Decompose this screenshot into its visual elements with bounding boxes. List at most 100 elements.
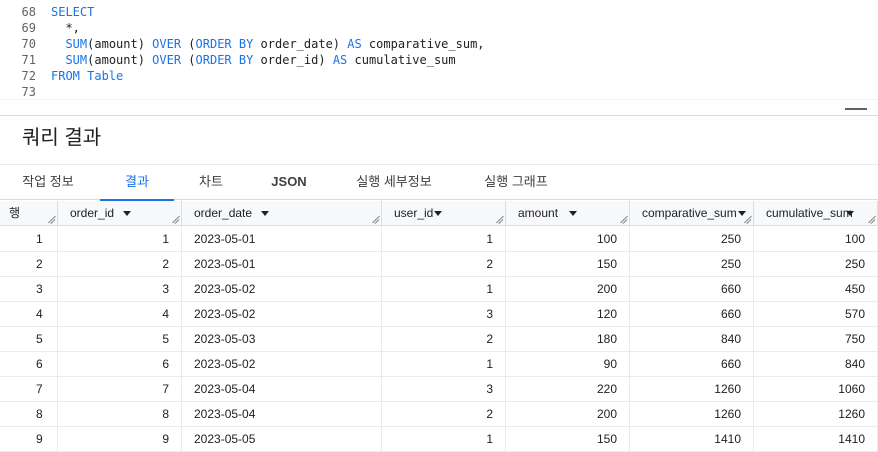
cell-order-id[interactable]: 6 [58, 352, 182, 377]
row-number-cell[interactable]: 2 [0, 252, 58, 277]
cell-comparative-sum[interactable]: 250 [630, 252, 754, 277]
tab-execution-details[interactable]: 실행 세부정보 [338, 164, 450, 200]
tab-json[interactable]: JSON [252, 164, 326, 200]
table-row[interactable]: 4 4 2023-05-02 3 120 660 570 [0, 302, 878, 327]
cell-comparative-sum[interactable]: 1260 [630, 377, 754, 402]
table-row[interactable]: 8 8 2023-05-04 2 200 1260 1260 [0, 402, 878, 427]
cell-order-id[interactable]: 8 [58, 402, 182, 427]
cell-cumulative-sum[interactable]: 570 [754, 302, 878, 327]
tab-job-info[interactable]: 작업 정보 [0, 164, 96, 200]
cell-user-id[interactable]: 3 [382, 377, 506, 402]
code-line: 70 SUM(amount) OVER (ORDER BY order_date… [0, 36, 878, 52]
cell-order-id[interactable]: 5 [58, 327, 182, 352]
cell-order-date[interactable]: 2023-05-04 [182, 377, 382, 402]
cell-order-id[interactable]: 7 [58, 377, 182, 402]
tab-results[interactable]: 결과 [100, 164, 174, 201]
cell-user-id[interactable]: 1 [382, 277, 506, 302]
cell-comparative-sum[interactable]: 1260 [630, 402, 754, 427]
cell-amount[interactable]: 220 [506, 377, 630, 402]
row-number-cell[interactable]: 5 [0, 327, 58, 352]
sort-menu-icon[interactable] [434, 211, 442, 216]
row-number-cell[interactable]: 3 [0, 277, 58, 302]
cell-amount[interactable]: 200 [506, 402, 630, 427]
cell-user-id[interactable]: 1 [382, 352, 506, 377]
cell-amount[interactable]: 100 [506, 227, 630, 252]
cell-user-id[interactable]: 3 [382, 302, 506, 327]
cell-user-id[interactable]: 2 [382, 402, 506, 427]
cell-amount[interactable]: 150 [506, 427, 630, 452]
cell-user-id[interactable]: 1 [382, 227, 506, 252]
row-number-cell[interactable]: 1 [0, 227, 58, 252]
cell-amount[interactable]: 120 [506, 302, 630, 327]
cell-cumulative-sum[interactable]: 1410 [754, 427, 878, 452]
sort-menu-icon[interactable] [261, 211, 269, 216]
table-row[interactable]: 1 1 2023-05-01 1 100 250 100 [0, 227, 878, 252]
column-header-order-date[interactable]: order_date [182, 201, 382, 226]
cell-cumulative-sum[interactable]: 250 [754, 252, 878, 277]
table-row[interactable]: 6 6 2023-05-02 1 90 660 840 [0, 352, 878, 377]
row-number-header[interactable]: 행 [0, 201, 58, 226]
sql-editor[interactable]: 68 SELECT 69 *, 70 SUM(amount) OVER (ORDER … [0, 0, 878, 100]
cell-order-date[interactable]: 2023-05-01 [182, 227, 382, 252]
sort-menu-icon[interactable] [846, 211, 854, 216]
cell-cumulative-sum[interactable]: 450 [754, 277, 878, 302]
cell-order-id[interactable]: 4 [58, 302, 182, 327]
cell-comparative-sum[interactable]: 660 [630, 277, 754, 302]
cell-amount[interactable]: 200 [506, 277, 630, 302]
tab-chart[interactable]: 차트 [186, 164, 236, 200]
column-resize-icon[interactable] [171, 216, 179, 224]
cell-order-id[interactable]: 1 [58, 227, 182, 252]
cell-amount[interactable]: 90 [506, 352, 630, 377]
cell-comparative-sum[interactable]: 840 [630, 327, 754, 352]
column-resize-icon[interactable] [371, 216, 379, 224]
cell-user-id[interactable]: 2 [382, 327, 506, 352]
sort-menu-icon[interactable] [569, 211, 577, 216]
cell-cumulative-sum[interactable]: 750 [754, 327, 878, 352]
column-header-order-id[interactable]: order_id [58, 201, 182, 226]
cell-order-id[interactable]: 9 [58, 427, 182, 452]
cell-comparative-sum[interactable]: 660 [630, 352, 754, 377]
table-row[interactable]: 2 2 2023-05-01 2 150 250 250 [0, 252, 878, 277]
cell-amount[interactable]: 180 [506, 327, 630, 352]
cell-order-date[interactable]: 2023-05-03 [182, 327, 382, 352]
cell-order-id[interactable]: 2 [58, 252, 182, 277]
cell-order-date[interactable]: 2023-05-02 [182, 277, 382, 302]
cell-order-date[interactable]: 2023-05-02 [182, 352, 382, 377]
column-header-user-id[interactable]: user_id [382, 201, 506, 226]
cell-comparative-sum[interactable]: 660 [630, 302, 754, 327]
column-resize-icon[interactable] [47, 216, 55, 224]
cell-comparative-sum[interactable]: 250 [630, 227, 754, 252]
column-resize-icon[interactable] [619, 216, 627, 224]
cell-order-date[interactable]: 2023-05-05 [182, 427, 382, 452]
cell-cumulative-sum[interactable]: 1060 [754, 377, 878, 402]
cell-comparative-sum[interactable]: 1410 [630, 427, 754, 452]
table-row[interactable]: 7 7 2023-05-04 3 220 1260 1060 [0, 377, 878, 402]
table-row[interactable]: 9 9 2023-05-05 1 150 1410 1410 [0, 427, 878, 452]
cell-order-date[interactable]: 2023-05-01 [182, 252, 382, 277]
sort-menu-icon[interactable] [123, 211, 131, 216]
row-number-cell[interactable]: 7 [0, 377, 58, 402]
column-resize-icon[interactable] [743, 216, 751, 224]
table-row[interactable]: 5 5 2023-05-03 2 180 840 750 [0, 327, 878, 352]
editor-resize-handle[interactable] [845, 107, 867, 111]
cell-order-id[interactable]: 3 [58, 277, 182, 302]
row-number-cell[interactable]: 9 [0, 427, 58, 452]
cell-order-date[interactable]: 2023-05-02 [182, 302, 382, 327]
column-header-cumulative-sum[interactable]: cumulative_sum [754, 201, 878, 226]
cell-order-date[interactable]: 2023-05-04 [182, 402, 382, 427]
row-number-cell[interactable]: 4 [0, 302, 58, 327]
cell-user-id[interactable]: 2 [382, 252, 506, 277]
column-header-amount[interactable]: amount [506, 201, 630, 226]
cell-cumulative-sum[interactable]: 100 [754, 227, 878, 252]
cell-amount[interactable]: 150 [506, 252, 630, 277]
cell-cumulative-sum[interactable]: 1260 [754, 402, 878, 427]
cell-user-id[interactable]: 1 [382, 427, 506, 452]
tab-execution-graph[interactable]: 실행 그래프 [464, 164, 568, 200]
column-resize-icon[interactable] [867, 216, 875, 224]
row-number-cell[interactable]: 6 [0, 352, 58, 377]
table-row[interactable]: 3 3 2023-05-02 1 200 660 450 [0, 277, 878, 302]
column-resize-icon[interactable] [495, 216, 503, 224]
column-header-comparative-sum[interactable]: comparative_sum [630, 201, 754, 226]
row-number-cell[interactable]: 8 [0, 402, 58, 427]
cell-cumulative-sum[interactable]: 840 [754, 352, 878, 377]
